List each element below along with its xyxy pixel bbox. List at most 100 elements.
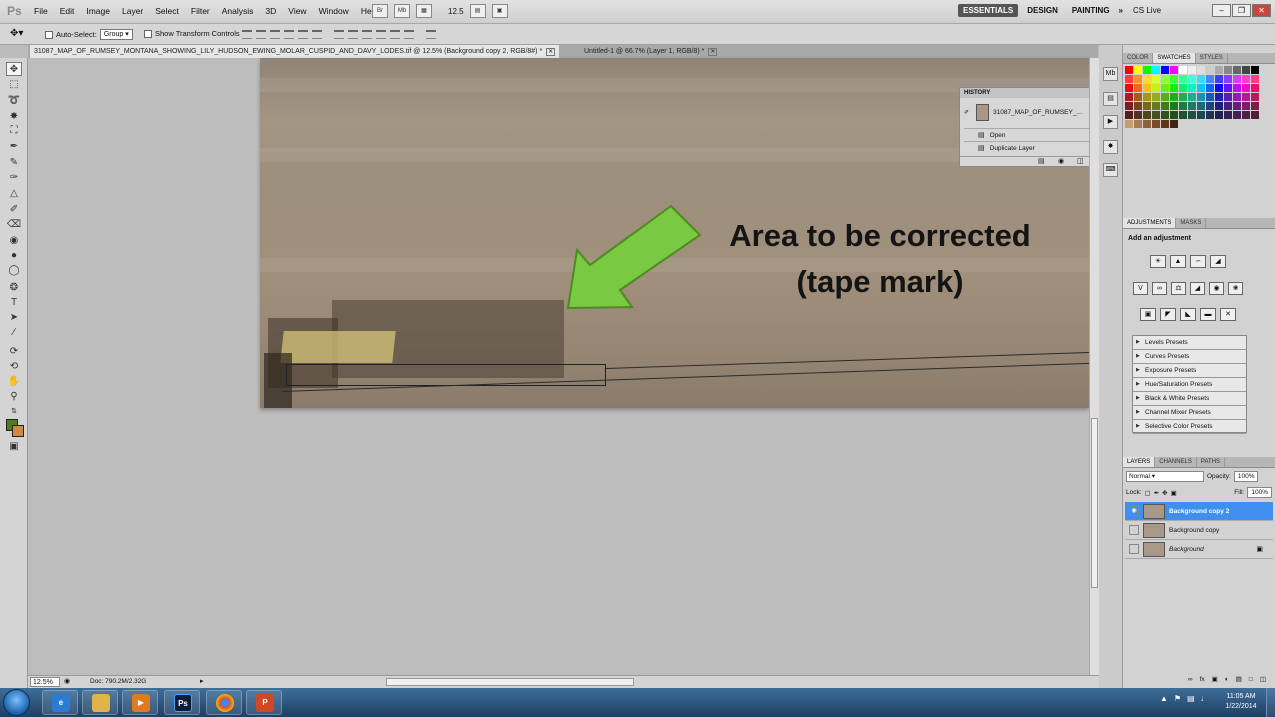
taskbar-media-player[interactable]: ▶ bbox=[122, 690, 158, 715]
color-swatch[interactable] bbox=[1206, 66, 1214, 74]
color-swatch[interactable] bbox=[1251, 111, 1259, 119]
color-swatch[interactable] bbox=[1188, 75, 1196, 83]
history-brush-source-icon[interactable]: ✐ bbox=[964, 109, 972, 116]
color-swatch[interactable] bbox=[1152, 93, 1160, 101]
taskbar-explorer[interactable] bbox=[82, 690, 118, 715]
color-swatch[interactable] bbox=[1215, 93, 1223, 101]
color-swatch[interactable] bbox=[1134, 102, 1142, 110]
color-swatch[interactable] bbox=[1233, 102, 1241, 110]
eyedropper-tool-icon[interactable]: ✒ bbox=[6, 140, 22, 154]
lock-all-icon[interactable]: ▣ bbox=[1171, 489, 1177, 497]
color-swatch[interactable] bbox=[1161, 102, 1169, 110]
color-swatch[interactable] bbox=[1170, 102, 1178, 110]
horizontal-scroll-thumb[interactable] bbox=[386, 678, 634, 686]
menu-layer[interactable]: Layer bbox=[122, 6, 143, 16]
workspace-painting[interactable]: PAINTING bbox=[1067, 4, 1115, 17]
minibridge-icon[interactable]: Mb bbox=[1103, 67, 1118, 81]
menu-window[interactable]: Window bbox=[319, 6, 349, 16]
color-swatch[interactable] bbox=[1143, 75, 1151, 83]
workspace-design[interactable]: DESIGN bbox=[1022, 4, 1063, 17]
history-state[interactable]: ▤ Open bbox=[964, 128, 1092, 141]
posterize-icon[interactable]: ◤ bbox=[1160, 308, 1176, 321]
color-swatch[interactable] bbox=[1125, 102, 1133, 110]
color-swatch[interactable] bbox=[1134, 84, 1142, 92]
eye-icon[interactable]: ◉ bbox=[1129, 506, 1139, 516]
color-swatch[interactable] bbox=[1152, 120, 1160, 128]
minibridge-button[interactable]: Mb bbox=[394, 4, 410, 18]
auto-select-checkbox[interactable] bbox=[45, 30, 53, 39]
distribute-vcenter-icon[interactable] bbox=[348, 30, 358, 39]
threshold-icon[interactable]: ◣ bbox=[1180, 308, 1196, 321]
new-document-icon[interactable]: ▤ bbox=[1038, 157, 1045, 165]
system-clock[interactable]: 11:05 AM 1/22/2014 bbox=[1218, 692, 1264, 712]
color-swatch[interactable] bbox=[1152, 75, 1160, 83]
color-swatch[interactable] bbox=[1224, 102, 1232, 110]
blur-tool-icon[interactable]: ● bbox=[6, 249, 22, 263]
distribute-hcenter-icon[interactable] bbox=[390, 30, 400, 39]
color-swatch[interactable] bbox=[1179, 84, 1187, 92]
menu-select[interactable]: Select bbox=[155, 6, 179, 16]
auto-align-icon[interactable] bbox=[426, 30, 436, 39]
crop-tool-icon[interactable]: ⛶ bbox=[6, 124, 22, 138]
color-swatch[interactable] bbox=[1242, 84, 1250, 92]
color-swatch[interactable] bbox=[1179, 111, 1187, 119]
align-right-icon[interactable] bbox=[312, 30, 322, 39]
swatches-grid[interactable] bbox=[1125, 66, 1261, 129]
taskbar-powerpoint[interactable]: P bbox=[246, 690, 282, 715]
color-swatch[interactable] bbox=[1152, 111, 1160, 119]
new-adjustment-icon[interactable]: ◐ bbox=[1225, 676, 1229, 683]
history-state[interactable]: ▤ Duplicate Layer bbox=[964, 141, 1092, 154]
network-icon[interactable]: ▤ bbox=[1187, 694, 1195, 703]
tab-paths[interactable]: PATHS bbox=[1197, 457, 1226, 467]
menu-filter[interactable]: Filter bbox=[191, 6, 210, 16]
eye-icon[interactable] bbox=[1129, 544, 1139, 554]
color-swatch[interactable] bbox=[1161, 84, 1169, 92]
tab-untitled-1[interactable]: Untitled-1 @ 66.7% (Layer 1, RGB/8) * ✕ bbox=[580, 45, 721, 58]
color-swatch[interactable] bbox=[1242, 102, 1250, 110]
color-swatch[interactable] bbox=[1134, 66, 1142, 74]
color-swatch[interactable] bbox=[1251, 102, 1259, 110]
preset-curves[interactable]: Curves Presets bbox=[1133, 350, 1246, 364]
tab-channels[interactable]: CHANNELS bbox=[1155, 457, 1197, 467]
levels-icon[interactable]: ▲ bbox=[1170, 255, 1186, 268]
hue-saturation-icon[interactable]: ∞ bbox=[1152, 282, 1167, 295]
color-swatch[interactable] bbox=[1170, 66, 1178, 74]
color-balance-icon[interactable]: ⚖ bbox=[1171, 282, 1186, 295]
black-white-icon[interactable]: ◢ bbox=[1190, 282, 1205, 295]
color-swatch[interactable] bbox=[1134, 75, 1142, 83]
type-tool-icon[interactable]: T bbox=[6, 296, 22, 310]
color-swatch[interactable] bbox=[1197, 111, 1205, 119]
color-swatch[interactable] bbox=[1251, 75, 1259, 83]
marquee-tool-icon[interactable]: ⬚ bbox=[6, 78, 22, 92]
photo-filter-icon[interactable]: ◉ bbox=[1209, 282, 1224, 295]
color-swatch[interactable] bbox=[1206, 84, 1214, 92]
lasso-tool-icon[interactable]: ➰ bbox=[6, 94, 22, 108]
taskbar-ie[interactable]: e bbox=[42, 690, 78, 715]
color-swatch[interactable] bbox=[1125, 66, 1133, 74]
lock-paint-icon[interactable]: ✒ bbox=[1154, 489, 1159, 497]
brightness-contrast-icon[interactable]: ☀ bbox=[1150, 255, 1166, 268]
color-swatch[interactable] bbox=[1161, 111, 1169, 119]
color-swatch[interactable] bbox=[1125, 111, 1133, 119]
preset-levels[interactable]: Levels Presets bbox=[1133, 336, 1246, 350]
distribute-left-icon[interactable] bbox=[376, 30, 386, 39]
align-bottom-icon[interactable] bbox=[270, 30, 280, 39]
volume-icon[interactable]: ♩ bbox=[1201, 694, 1209, 703]
color-swatch[interactable] bbox=[1161, 93, 1169, 101]
color-swatch[interactable] bbox=[1197, 84, 1205, 92]
color-swatch[interactable] bbox=[1233, 84, 1241, 92]
clone-stamp-tool-icon[interactable]: △ bbox=[6, 187, 22, 201]
preset-channel-mixer[interactable]: Channel Mixer Presets bbox=[1133, 406, 1246, 420]
history-brush-tool-icon[interactable]: ✐ bbox=[6, 203, 22, 217]
menu-file[interactable]: File bbox=[34, 6, 48, 16]
color-swatch[interactable] bbox=[1233, 93, 1241, 101]
3d-icon[interactable]: ✸ bbox=[1103, 140, 1118, 154]
color-swatch[interactable] bbox=[1215, 111, 1223, 119]
tab-adjustments[interactable]: ADJUSTMENTS bbox=[1123, 218, 1177, 228]
color-swatch[interactable] bbox=[1179, 75, 1187, 83]
color-swatch[interactable] bbox=[1179, 102, 1187, 110]
lock-transparent-icon[interactable]: ▢ bbox=[1145, 489, 1151, 497]
bridge-button[interactable]: Br bbox=[372, 4, 388, 18]
path-selection-tool-icon[interactable]: ➤ bbox=[6, 311, 22, 325]
color-swatch[interactable] bbox=[1188, 84, 1196, 92]
